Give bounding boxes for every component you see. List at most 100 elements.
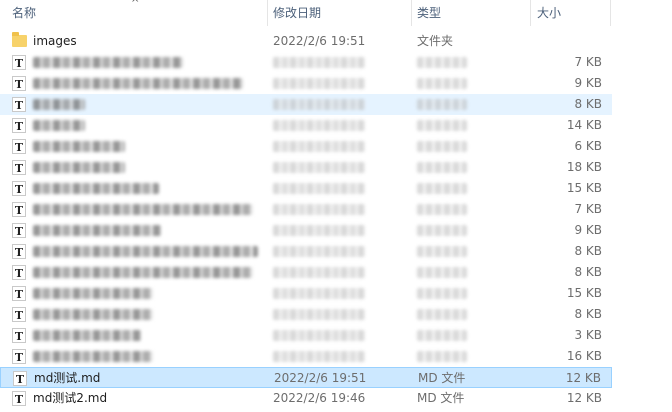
text-document-icon: T [12, 160, 26, 175]
redacted-modified-date [273, 309, 365, 320]
file-row[interactable]: Tmd测试.md 2022/2/6 19:51 MD 文件 12 KB [0, 367, 612, 388]
text-document-icon: T [12, 328, 26, 343]
modified-date: 2022/2/6 19:51 [273, 34, 366, 48]
redacted-file-name [33, 225, 161, 236]
redacted-modified-date [273, 99, 365, 110]
file-size: 6 KB [574, 139, 602, 153]
file-size: 8 KB [574, 244, 602, 258]
text-document-icon: T [12, 76, 26, 91]
redacted-file-name [33, 204, 253, 215]
file-size: 15 KB [566, 181, 602, 195]
file-row[interactable]: T 16 KB [0, 346, 612, 367]
file-row[interactable]: T 8 KB [0, 262, 612, 283]
redacted-modified-date [273, 162, 365, 173]
redacted-file-type [417, 225, 467, 236]
column-header-bar: 名称 ^ 修改日期 类型 大小 [0, 0, 612, 26]
redacted-file-type [417, 162, 467, 173]
sort-ascending-icon: ^ [131, 0, 140, 9]
file-type: MD 文件 [417, 391, 465, 405]
text-document-icon: T [12, 286, 26, 301]
text-document-icon: T [13, 371, 27, 386]
file-name: images [33, 34, 77, 48]
file-row[interactable]: T 9 KB [0, 220, 612, 241]
file-row[interactable]: T 6 KB [0, 136, 612, 157]
column-divider[interactable] [267, 0, 268, 26]
file-name: md测试2.md [33, 391, 108, 405]
text-document-icon: T [12, 118, 26, 133]
text-document-icon: T [12, 139, 26, 154]
file-type: MD 文件 [418, 371, 466, 385]
redacted-file-name [33, 183, 159, 194]
file-row[interactable]: T 15 KB [0, 178, 612, 199]
redacted-file-type [417, 309, 467, 320]
file-row[interactable]: T 9 KB [0, 73, 612, 94]
file-size: 16 KB [566, 349, 602, 363]
redacted-file-type [417, 351, 467, 362]
redacted-file-name [33, 309, 153, 320]
file-row[interactable]: T 7 KB [0, 199, 612, 220]
redacted-file-type [417, 204, 467, 215]
file-row[interactable]: T 3 KB [0, 325, 612, 346]
file-size: 18 KB [566, 160, 602, 174]
redacted-file-name [33, 162, 125, 173]
redacted-file-name [33, 288, 153, 299]
file-size: 9 KB [574, 223, 602, 237]
text-document-icon: T [12, 97, 26, 112]
redacted-file-type [417, 267, 467, 278]
text-document-icon: T [12, 265, 26, 280]
file-row[interactable]: Tmd测试2.md 2022/2/6 19:46 MD 文件 12 KB [0, 388, 612, 409]
redacted-file-type [417, 246, 467, 257]
file-row[interactable]: T 8 KB [0, 241, 612, 262]
redacted-file-type [417, 183, 467, 194]
file-size: 12 KB [566, 391, 602, 405]
file-row[interactable]: T 8 KB [0, 94, 612, 115]
column-header-size[interactable]: 大小 [533, 0, 609, 26]
file-row[interactable]: T 8 KB [0, 304, 612, 325]
redacted-modified-date [273, 225, 365, 236]
redacted-file-name [33, 57, 183, 68]
redacted-modified-date [273, 246, 365, 257]
redacted-modified-date [273, 204, 365, 215]
text-document-icon: T [12, 244, 26, 259]
file-size: 14 KB [566, 118, 602, 132]
column-divider[interactable] [530, 0, 531, 26]
redacted-modified-date [273, 288, 365, 299]
file-type: 文件夹 [417, 34, 454, 48]
modified-date: 2022/2/6 19:46 [273, 391, 366, 405]
folder-icon [12, 32, 27, 47]
redacted-file-name [33, 351, 153, 362]
file-row[interactable]: T 15 KB [0, 283, 612, 304]
redacted-modified-date [273, 330, 365, 341]
redacted-modified-date [273, 78, 365, 89]
redacted-file-type [417, 141, 467, 152]
redacted-modified-date [273, 351, 365, 362]
file-size: 3 KB [574, 328, 602, 342]
file-size: 7 KB [574, 202, 602, 216]
column-header-type[interactable]: 类型 [413, 0, 528, 26]
column-header-name-label: 名称 [12, 6, 37, 20]
redacted-file-type [417, 330, 467, 341]
redacted-modified-date [273, 183, 365, 194]
redacted-file-name [33, 120, 85, 131]
file-row[interactable]: T 7 KB [0, 52, 612, 73]
redacted-modified-date [273, 141, 365, 152]
text-document-icon: T [12, 391, 26, 406]
column-divider[interactable] [411, 0, 412, 26]
column-divider[interactable] [610, 0, 611, 26]
file-name: md测试.md [34, 371, 101, 385]
file-size: 9 KB [574, 76, 602, 90]
modified-date: 2022/2/6 19:51 [274, 371, 367, 385]
redacted-file-name [33, 99, 85, 110]
text-document-icon: T [12, 181, 26, 196]
redacted-file-name [33, 246, 258, 257]
folder-row[interactable]: images 2022/2/6 19:51 文件夹 [0, 31, 612, 52]
column-header-size-label: 大小 [537, 6, 562, 20]
column-header-date[interactable]: 修改日期 [269, 0, 409, 26]
redacted-modified-date [273, 267, 365, 278]
file-row[interactable]: T 14 KB [0, 115, 612, 136]
file-size: 8 KB [574, 97, 602, 111]
redacted-file-type [417, 57, 467, 68]
file-row[interactable]: T 18 KB [0, 157, 612, 178]
redacted-file-type [417, 120, 467, 131]
redacted-file-name [33, 330, 141, 341]
